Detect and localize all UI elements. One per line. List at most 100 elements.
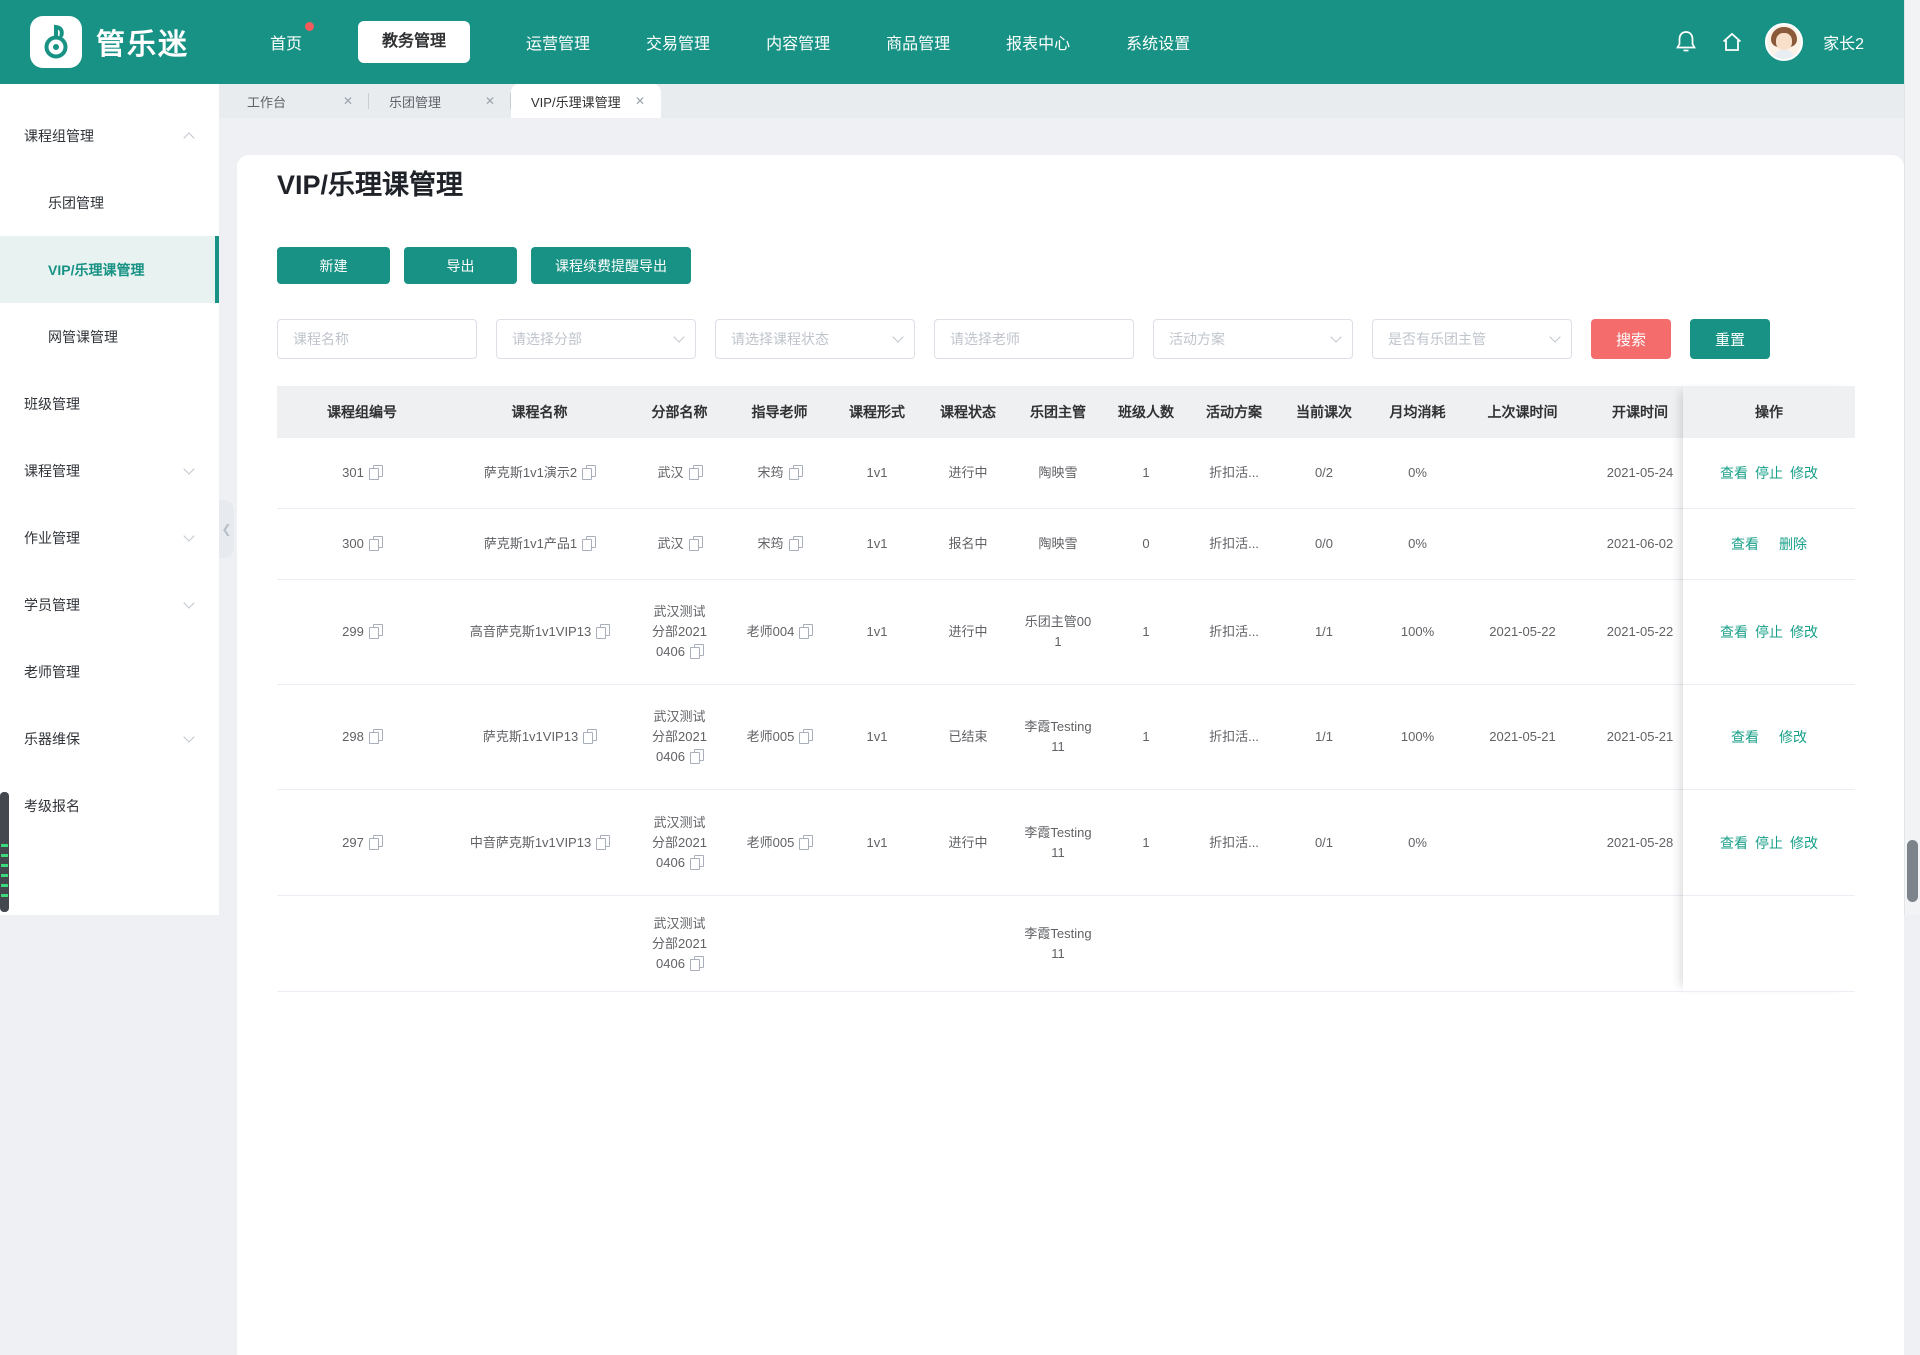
copy-icon[interactable] (799, 835, 812, 849)
nav-item-8[interactable]: 系统设置 (1126, 30, 1190, 54)
copy-icon[interactable] (689, 536, 702, 550)
cell-form: 1v1 (832, 622, 922, 642)
filter-select-6[interactable]: 是否有乐团主管 (1372, 319, 1572, 359)
copy-icon[interactable] (789, 465, 802, 479)
sidebar-collapse-handle[interactable]: ❮ (219, 500, 234, 558)
row-action-查看[interactable]: 查看 (1731, 727, 1759, 747)
sidebar-item-8[interactable]: 学员管理 (0, 571, 219, 638)
copy-icon[interactable] (596, 835, 609, 849)
tab-3[interactable]: VIP/乐理课管理✕ (511, 84, 661, 118)
column-header-1: 课程组编号 (277, 402, 447, 422)
nav-item-2[interactable]: 教务管理 (358, 21, 470, 63)
cell-text: 陶映雪 (1038, 465, 1077, 480)
tab-close-icon[interactable]: ✕ (635, 94, 645, 108)
avatar[interactable] (1765, 23, 1803, 61)
row-action-停止[interactable]: 停止 (1755, 833, 1783, 853)
sidebar-item-9[interactable]: 老师管理 (0, 638, 219, 705)
action-button-1[interactable]: 新建 (277, 247, 390, 284)
tab-2[interactable]: 乐团管理✕ (369, 84, 511, 118)
row-action-修改[interactable]: 修改 (1790, 622, 1818, 642)
tab-close-icon[interactable]: ✕ (485, 94, 495, 108)
page-scrollbar[interactable] (1904, 0, 1920, 915)
copy-icon[interactable] (799, 624, 812, 638)
table-row-4[interactable]: 298萨克斯1v1VIP13武汉测试分部20210406老师0051v1已结束李… (277, 685, 1683, 790)
row-action-查看[interactable]: 查看 (1720, 622, 1748, 642)
copy-icon[interactable] (690, 855, 703, 869)
sidebar-item-7[interactable]: 作业管理 (0, 504, 219, 571)
filter-select-2[interactable]: 请选择分部 (496, 319, 696, 359)
table-row-5[interactable]: 297中音萨克斯1v1VIP13武汉测试分部20210406老师0051v1进行… (277, 790, 1683, 896)
copy-icon[interactable] (369, 624, 382, 638)
action-button-3[interactable]: 课程续费提醒导出 (531, 247, 691, 284)
cell-content: 进行中 (948, 463, 987, 483)
page-scrollbar-thumb[interactable] (1907, 840, 1918, 902)
nav-item-4[interactable]: 交易管理 (646, 30, 710, 54)
notification-dot-icon (305, 22, 314, 31)
sidebar-item-6[interactable]: 课程管理 (0, 437, 219, 504)
table-row-3[interactable]: 299高音萨克斯1v1VIP13武汉测试分部20210406老师0041v1进行… (277, 580, 1683, 685)
cell-content: 1v1 (867, 833, 888, 853)
nav-item-7[interactable]: 报表中心 (1006, 30, 1070, 54)
row-action-修改[interactable]: 修改 (1790, 833, 1818, 853)
nav-item-3[interactable]: 运营管理 (526, 30, 590, 54)
row-action-查看[interactable]: 查看 (1731, 534, 1759, 554)
sidebar-item-3[interactable]: VIP/乐理课管理 (0, 236, 219, 303)
filter-input-4[interactable] (934, 319, 1134, 359)
copy-icon[interactable] (369, 729, 382, 743)
copy-icon[interactable] (596, 624, 609, 638)
copy-icon[interactable] (582, 536, 595, 550)
copy-icon[interactable] (369, 835, 382, 849)
copy-icon[interactable] (583, 729, 596, 743)
reset-button[interactable]: 重置 (1690, 319, 1770, 359)
tab-close-icon[interactable]: ✕ (343, 94, 353, 108)
search-button[interactable]: 搜索 (1591, 319, 1671, 359)
column-header-5: 课程形式 (832, 402, 922, 422)
row-action-停止[interactable]: 停止 (1755, 622, 1783, 642)
nav-item-6[interactable]: 商品管理 (886, 30, 950, 54)
row-action-修改[interactable]: 修改 (1790, 463, 1818, 483)
cell-content: 报名中 (948, 534, 987, 554)
filter-select-3[interactable]: 请选择课程状态 (715, 319, 915, 359)
row-action-停止[interactable]: 停止 (1755, 463, 1783, 483)
copy-icon[interactable] (369, 536, 382, 550)
nav-item-1[interactable]: 首页 (270, 30, 302, 54)
filter-input-1[interactable] (277, 319, 477, 359)
cell-monthly: 100% (1370, 727, 1465, 747)
sidebar-item-1[interactable]: 课程组管理 (0, 102, 219, 169)
home-icon[interactable] (1719, 29, 1745, 55)
sidebar-item-5[interactable]: 班级管理 (0, 370, 219, 437)
nav-item-5[interactable]: 内容管理 (766, 30, 830, 54)
copy-icon[interactable] (690, 749, 703, 763)
row-action-查看[interactable]: 查看 (1720, 463, 1748, 483)
sidebar-item-4[interactable]: 网管课管理 (0, 303, 219, 370)
table-row-1[interactable]: 301萨克斯1v1演示2武汉宋筠1v1进行中陶映雪1折扣活...0/20%202… (277, 438, 1683, 509)
copy-icon[interactable] (369, 465, 382, 479)
copy-icon[interactable] (690, 644, 703, 658)
action-button-2[interactable]: 导出 (404, 247, 517, 284)
copy-icon[interactable] (799, 729, 812, 743)
copy-icon[interactable] (690, 956, 703, 970)
tab-1[interactable]: 工作台✕ (227, 84, 369, 118)
sidebar-scrollbar[interactable] (0, 792, 9, 912)
bell-icon[interactable] (1673, 29, 1699, 55)
filter-select-5[interactable]: 活动方案 (1153, 319, 1353, 359)
cell-text: 1v1 (867, 729, 888, 744)
course-table: 课程组编号课程名称分部名称指导老师课程形式课程状态乐团主管班级人数活动方案当前课… (277, 386, 1855, 992)
copy-icon[interactable] (582, 465, 595, 479)
action-button-row: 新建导出课程续费提醒导出 (277, 247, 1904, 284)
row-action-删除[interactable]: 删除 (1779, 534, 1807, 554)
sidebar-item-11[interactable]: 考级报名 (0, 772, 219, 839)
sidebar-item-2[interactable]: 乐团管理 (0, 169, 219, 236)
sidebar-item-10[interactable]: 乐器维保 (0, 705, 219, 772)
cell-branch: 武汉测试分部20210406 (632, 602, 727, 662)
copy-icon[interactable] (689, 465, 702, 479)
table-row-6[interactable]: 武汉测试分部20210406李霞Testing11 (277, 896, 1683, 992)
cell-monthly: 100% (1370, 622, 1465, 642)
user-name[interactable]: 家长2 (1823, 30, 1864, 54)
row-action-查看[interactable]: 查看 (1720, 833, 1748, 853)
brand[interactable]: 管乐迷 (30, 16, 189, 68)
row-action-修改[interactable]: 修改 (1779, 727, 1807, 747)
table-row-2[interactable]: 300萨克斯1v1产品1武汉宋筠1v1报名中陶映雪0折扣活...0/00%202… (277, 509, 1683, 580)
copy-icon[interactable] (789, 536, 802, 550)
cell-content: 武汉测试分部20210406 (649, 813, 711, 873)
